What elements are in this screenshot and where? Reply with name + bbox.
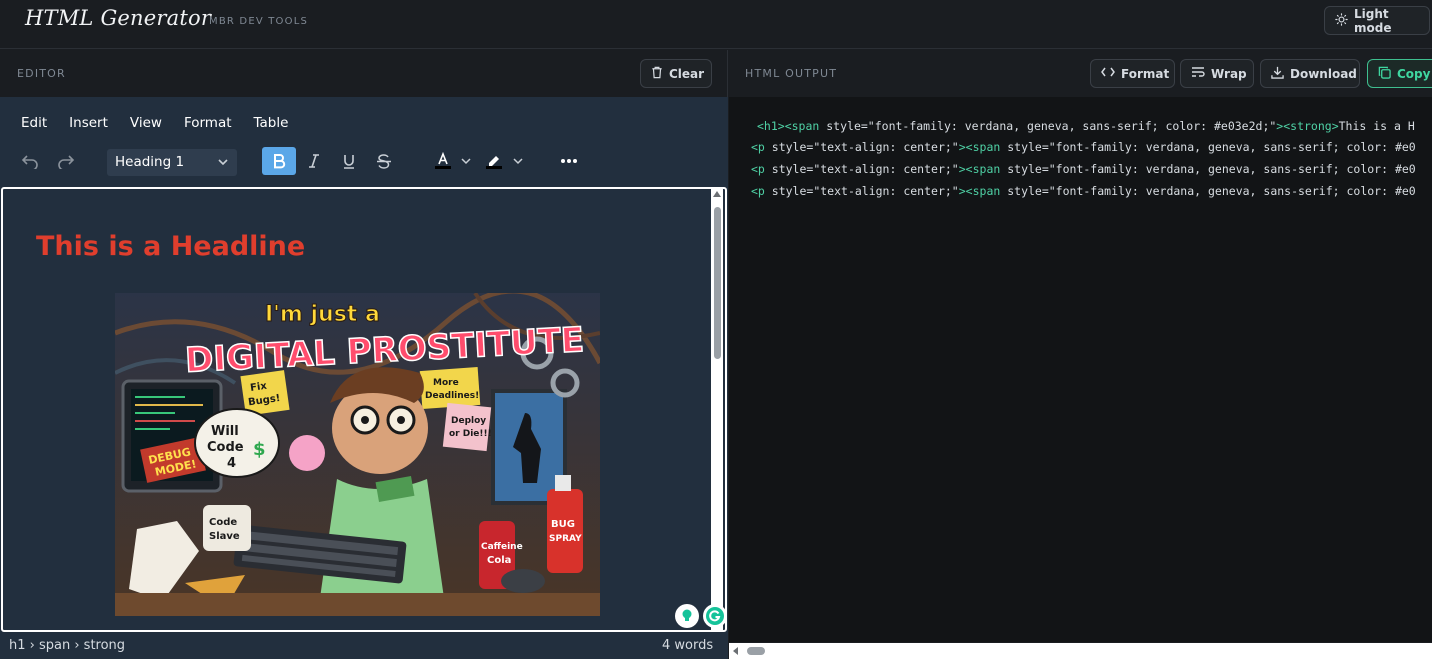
app-title: HTML Generator — [25, 6, 212, 30]
editor-panel-title: EDITOR — [17, 67, 66, 80]
word-count[interactable]: 4 words — [662, 638, 713, 653]
svg-text:Cola: Cola — [487, 555, 511, 566]
editor-content-area[interactable]: This is a Headline DEBUG MODE! I'm just … — [1, 187, 727, 632]
chevron-down-icon — [217, 149, 229, 186]
highlight-chevron-icon[interactable] — [510, 147, 526, 175]
app-subtitle: MBR DEV TOOLS — [209, 16, 309, 27]
element-path[interactable]: h1 › span › strong — [9, 638, 125, 653]
more-options-icon[interactable] — [555, 147, 583, 175]
editor-menubar: Edit Insert View Format Table — [10, 113, 299, 133]
grammarly-badges — [675, 604, 725, 628]
scroll-up-arrow-icon[interactable] — [713, 191, 721, 197]
editor-toolbar: Heading 1 — [0, 147, 728, 179]
format-button[interactable]: Format — [1090, 59, 1175, 88]
light-mode-label: Light mode — [1354, 6, 1392, 35]
code-line: <p style="text-align: center;"><span sty… — [751, 140, 1416, 154]
content-headline[interactable]: This is a Headline — [36, 231, 305, 262]
svg-text:SPRAY: SPRAY — [549, 534, 582, 544]
copy-icon — [1378, 66, 1391, 82]
output-panel: HTML OUTPUT Format Wrap Download Copy <h… — [729, 50, 1432, 659]
highlight-icon[interactable] — [481, 147, 507, 175]
format-label: Format — [1121, 66, 1170, 81]
svg-text:I'm just a: I'm just a — [265, 302, 380, 327]
menu-view[interactable]: View — [119, 113, 173, 133]
copy-label: Copy — [1397, 66, 1431, 81]
editor-statusbar: h1 › span › strong 4 words — [0, 633, 728, 659]
cartoon-illustration-image[interactable]: DEBUG MODE! I'm just a DIGITAL PROSTITUT… — [115, 293, 600, 616]
bold-button[interactable] — [262, 147, 296, 175]
code-line: <h1><span style="font-family: verdana, g… — [757, 119, 1415, 133]
svg-text:Code: Code — [209, 517, 237, 528]
code-brackets-icon — [1101, 66, 1115, 81]
editor-scroll-thumb[interactable] — [714, 207, 721, 359]
grammarly-icon[interactable] — [703, 604, 725, 628]
svg-text:More: More — [433, 378, 459, 388]
block-format-value: Heading 1 — [115, 154, 185, 170]
trash-icon — [651, 66, 663, 82]
download-icon — [1271, 66, 1284, 82]
svg-text:Slave: Slave — [209, 531, 240, 542]
svg-text:or Die!!!: or Die!!! — [449, 429, 492, 439]
output-scroll-thumb[interactable] — [747, 647, 765, 655]
editor-panel: EDITOR Clear Edit Insert View Format Tab… — [0, 50, 728, 659]
output-panel-title: HTML OUTPUT — [745, 67, 838, 80]
rich-text-editor: Edit Insert View Format Table Heading 1 — [0, 97, 728, 659]
menu-format[interactable]: Format — [173, 113, 243, 133]
wrap-text-icon — [1191, 66, 1205, 81]
copy-button[interactable]: Copy — [1367, 59, 1432, 88]
svg-text:Deploy: Deploy — [451, 416, 486, 426]
html-output-code[interactable]: <h1><span style="font-family: verdana, g… — [729, 97, 1432, 642]
code-line: <p style="text-align: center;"><span sty… — [751, 184, 1416, 198]
code-line: <p style="text-align: center;"><span sty… — [751, 162, 1416, 176]
svg-text:Deadlines!: Deadlines! — [425, 391, 479, 401]
block-format-select[interactable]: Heading 1 — [107, 149, 237, 176]
scroll-left-arrow-icon[interactable] — [733, 647, 738, 655]
redo-icon[interactable] — [53, 147, 79, 175]
wrap-button[interactable]: Wrap — [1180, 59, 1254, 88]
lightbulb-icon[interactable] — [675, 604, 699, 628]
text-color-chevron-icon[interactable] — [458, 147, 474, 175]
clear-button[interactable]: Clear — [640, 59, 712, 88]
menu-table[interactable]: Table — [243, 113, 300, 133]
underline-icon[interactable] — [334, 147, 364, 175]
download-label: Download — [1290, 66, 1357, 81]
strikethrough-icon[interactable] — [369, 147, 399, 175]
editor-vertical-scrollbar[interactable] — [711, 189, 723, 630]
svg-text:$: $ — [253, 439, 266, 460]
sun-icon — [1335, 12, 1348, 29]
clear-label: Clear — [669, 66, 705, 81]
light-mode-button[interactable]: Light mode — [1324, 6, 1430, 35]
download-button[interactable]: Download — [1260, 59, 1360, 88]
svg-text:Caffeine: Caffeine — [481, 542, 523, 552]
wrap-label: Wrap — [1211, 66, 1247, 81]
svg-text:4: 4 — [227, 456, 236, 471]
svg-text:Code: Code — [207, 440, 244, 455]
output-horizontal-scrollbar[interactable] — [729, 643, 1432, 659]
text-color-icon[interactable] — [430, 147, 456, 175]
undo-icon[interactable] — [17, 147, 43, 175]
svg-text:BUG: BUG — [551, 519, 575, 530]
app-header: HTML Generator MBR DEV TOOLS Light mode — [0, 0, 1432, 49]
menu-edit[interactable]: Edit — [10, 113, 58, 133]
menu-insert[interactable]: Insert — [58, 113, 119, 133]
italic-icon[interactable] — [300, 147, 328, 175]
svg-text:Will: Will — [211, 424, 239, 439]
